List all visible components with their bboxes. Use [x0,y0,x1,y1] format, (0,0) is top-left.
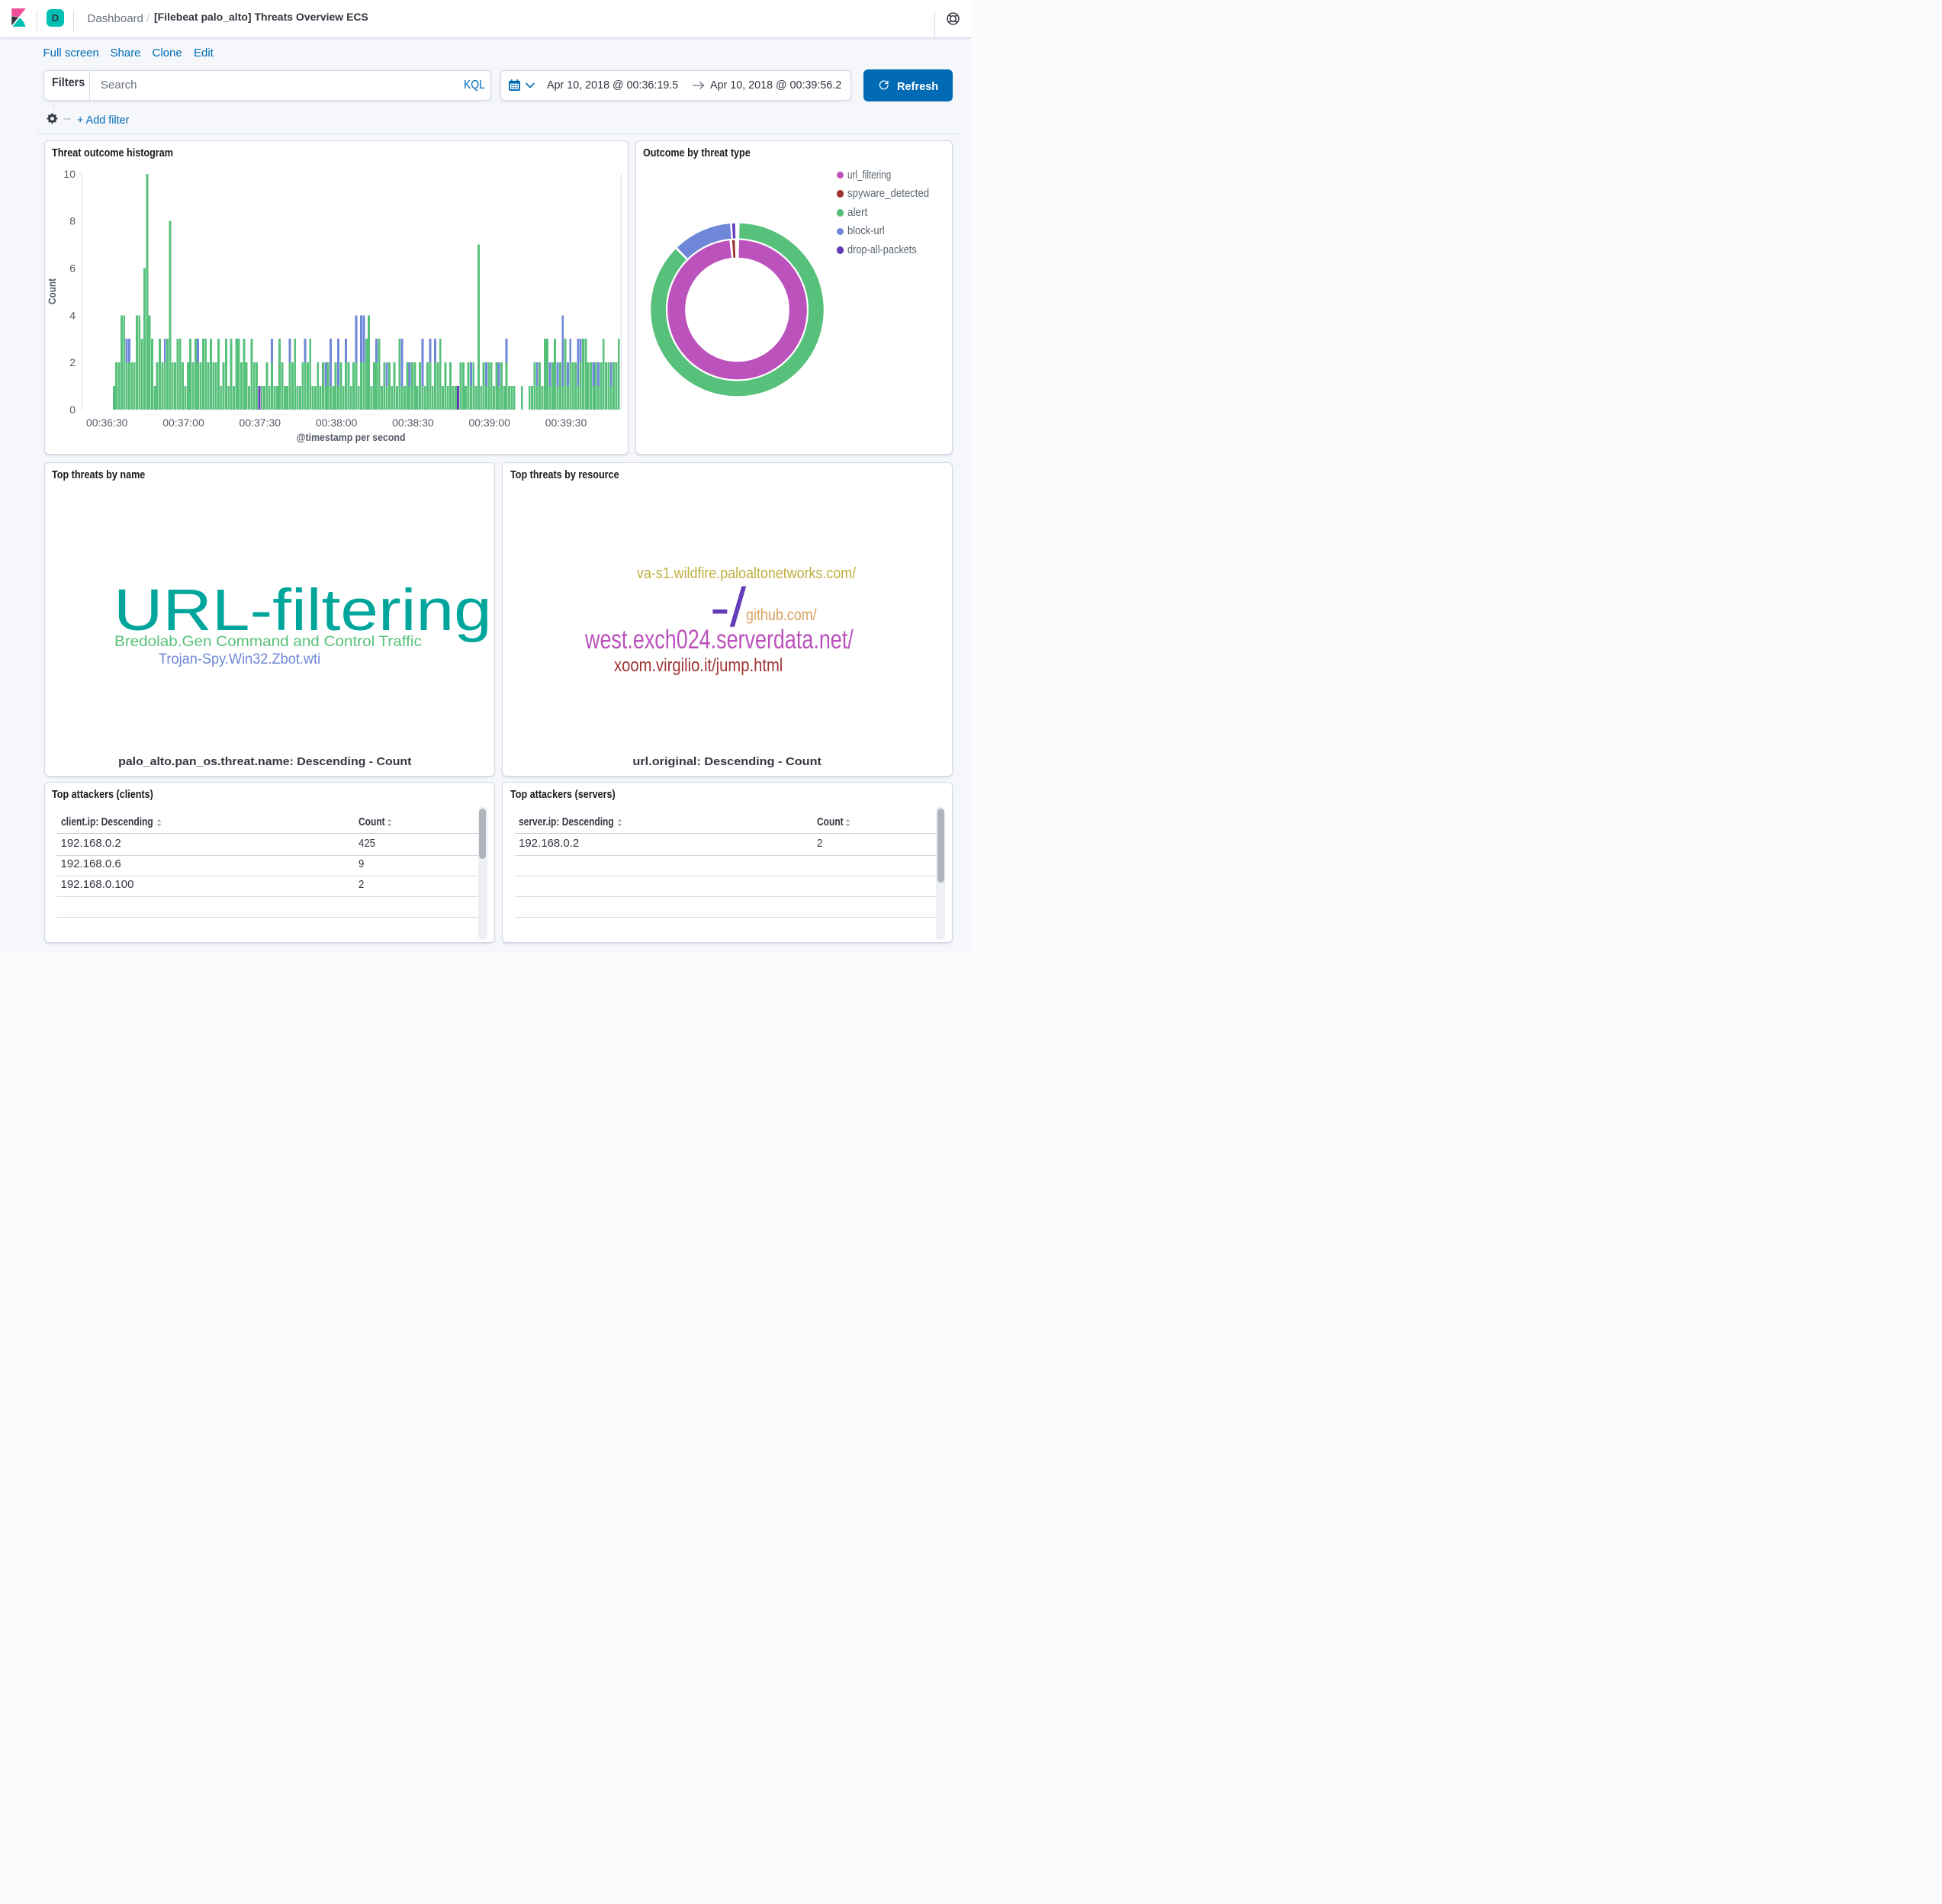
svg-text:00:39:00: 00:39:00 [468,416,510,429]
svg-text:00:38:30: 00:38:30 [392,416,434,429]
svg-text:Count: Count [46,278,58,304]
svg-text:@timestamp per second: @timestamp per second [296,431,405,443]
svg-text:6: 6 [69,262,76,275]
svg-text:00:39:30: 00:39:30 [545,416,587,429]
svg-text:10: 10 [63,168,76,180]
svg-text:00:38:00: 00:38:00 [315,416,357,429]
svg-text:0: 0 [69,404,76,416]
svg-text:00:37:00: 00:37:00 [162,416,204,429]
svg-text:00:36:30: 00:36:30 [85,416,127,429]
svg-text:8: 8 [69,215,76,227]
svg-text:00:37:30: 00:37:30 [239,416,281,429]
svg-text:4: 4 [69,309,76,321]
svg-text:2: 2 [69,356,76,368]
